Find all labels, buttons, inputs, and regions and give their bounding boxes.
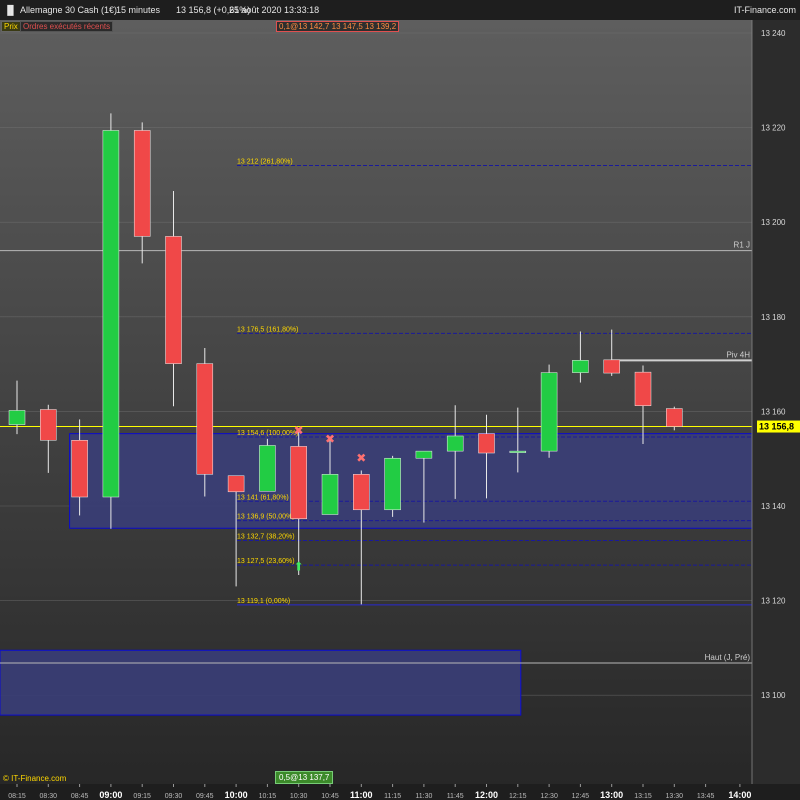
bearish-candle[interactable]: [634, 371, 652, 406]
bearish-candle[interactable]: [71, 440, 88, 498]
bearish-candle[interactable]: [478, 433, 495, 454]
x-tick-label: 13:45: [697, 793, 715, 800]
bearish-candle[interactable]: [196, 363, 214, 475]
order-tag-val-2: 13 139,2: [365, 22, 397, 31]
bullish-candle[interactable]: [102, 130, 120, 498]
pivot-label: Haut (J, Pré): [705, 653, 751, 662]
datetime: 25 août 2020 13:33:18: [229, 5, 320, 15]
bullish-candle[interactable]: [259, 445, 276, 492]
fib-label: 13 212 (261,80%): [237, 158, 293, 165]
order-tag-label: 0,1@13 142,7: [279, 22, 330, 31]
x-tick-label: 11:15: [384, 793, 401, 800]
fib-label: 13 141 (61,80%): [237, 494, 289, 501]
x-tick-label: 13:00: [600, 790, 623, 800]
chart-window: ▐▌ Allemagne 30 Cash (1€) 15 minutes 13 …: [0, 0, 800, 800]
bullish-candle[interactable]: [446, 435, 464, 452]
bearish-candle[interactable]: [353, 474, 370, 511]
price-zone[interactable]: [69, 433, 753, 529]
brand-label: IT-Finance.com: [733, 5, 796, 15]
y-tick-label: 13 120: [761, 597, 786, 606]
y-tick-label: 13 220: [761, 124, 786, 133]
x-tick-label: 12:00: [475, 790, 498, 800]
footer-brand: © IT-Finance.com: [3, 774, 67, 783]
bullish-candle[interactable]: [572, 360, 589, 373]
fib-label: 13 136,9 (50,00%): [237, 514, 295, 521]
x-tick-label: 13:30: [666, 793, 684, 800]
x-tick-label: 10:30: [290, 793, 308, 800]
order-tag-top[interactable]: 0,1@13 142,7 13 147,5 13 139,2: [276, 21, 400, 32]
x-tick-label: 11:45: [447, 793, 464, 800]
y-tick-label: 13 180: [761, 313, 786, 322]
bearish-candle[interactable]: [603, 359, 620, 374]
bullish-candle[interactable]: [540, 372, 558, 452]
x-tick-label: 13:15: [634, 793, 652, 800]
price-zone[interactable]: [0, 649, 522, 716]
x-tick-label: 11:30: [415, 793, 432, 800]
order-tag-bottom[interactable]: 0,5@13 137,7: [275, 771, 334, 784]
fib-label: 13 119,1 (0,00%): [237, 598, 290, 605]
bearish-candle[interactable]: [290, 446, 307, 520]
x-tick-label: 08:30: [40, 793, 58, 800]
y-tick-label: 13 240: [761, 29, 786, 38]
x-tick-label: 11:00: [350, 790, 373, 800]
x-tick-label: 09:15: [133, 793, 151, 800]
y-tick-label: 13 160: [761, 407, 786, 416]
order-marker-icon[interactable]: ⬆: [294, 560, 304, 574]
fib-label: 13 176,5 (161,80%): [237, 326, 299, 333]
x-tick-label: 12:45: [572, 793, 590, 800]
order-marker-icon[interactable]: ✖: [356, 451, 366, 465]
bearish-candle[interactable]: [666, 408, 683, 427]
bullish-candle[interactable]: [384, 457, 401, 511]
bullish-candle[interactable]: [321, 474, 339, 515]
bullish-candle[interactable]: [509, 450, 527, 453]
bullish-candle[interactable]: [415, 450, 433, 459]
order-marker-icon[interactable]: ✖: [294, 423, 304, 437]
bearish-candle[interactable]: [165, 236, 182, 364]
x-tick-label: 08:45: [71, 793, 89, 800]
y-tick-label: 13 100: [761, 691, 786, 700]
pivot-label: Piv 4H: [726, 350, 750, 359]
fib-label: 13 127,5 (23,60%): [237, 558, 295, 565]
timeframe-label[interactable]: 15 minutes: [116, 5, 160, 15]
x-tick-label: 12:30: [540, 793, 558, 800]
fib-label: 13 154,6 (100,00%): [237, 430, 299, 437]
x-tick-label: 10:00: [225, 790, 248, 800]
header-bar: ▐▌ Allemagne 30 Cash (1€) 15 minutes 13 …: [0, 0, 800, 20]
x-tick-label: 09:00: [99, 790, 122, 800]
bearish-candle[interactable]: [227, 475, 245, 493]
x-tick-label: 12:15: [509, 793, 527, 800]
orders-tab[interactable]: Ordres exécutés récents: [20, 21, 114, 32]
x-tick-label: 14:00: [728, 790, 751, 800]
current-price-label: 13 156,8: [759, 422, 794, 432]
x-tick-label: 09:30: [165, 793, 183, 800]
chart-canvas[interactable]: R1 J Piv 4H Haut (J, Pré) 13 212 (261,80%) 1…: [0, 20, 800, 800]
order-marker-icon[interactable]: ✖: [325, 432, 335, 446]
y-tick-label: 13 140: [761, 502, 786, 511]
x-tick-label: 09:45: [196, 793, 214, 800]
order-tag-val-1: 13 147,5: [331, 22, 363, 31]
x-tick-label: 08:15: [8, 793, 26, 800]
x-tick-label: 10:15: [259, 793, 277, 800]
bearish-candle[interactable]: [40, 409, 57, 441]
pivot-label: R1 J: [734, 241, 750, 250]
bars-icon[interactable]: ▐▌: [4, 5, 17, 15]
x-tick-label: 10:45: [321, 793, 339, 800]
bearish-candle[interactable]: [133, 130, 151, 237]
price-tab[interactable]: Prix: [1, 21, 21, 32]
y-tick-label: 13 200: [761, 218, 786, 227]
instrument-title: Allemagne 30 Cash (1€): [20, 5, 118, 15]
fib-label: 13 132,7 (38,20%): [237, 534, 295, 541]
bullish-candle[interactable]: [8, 410, 26, 425]
